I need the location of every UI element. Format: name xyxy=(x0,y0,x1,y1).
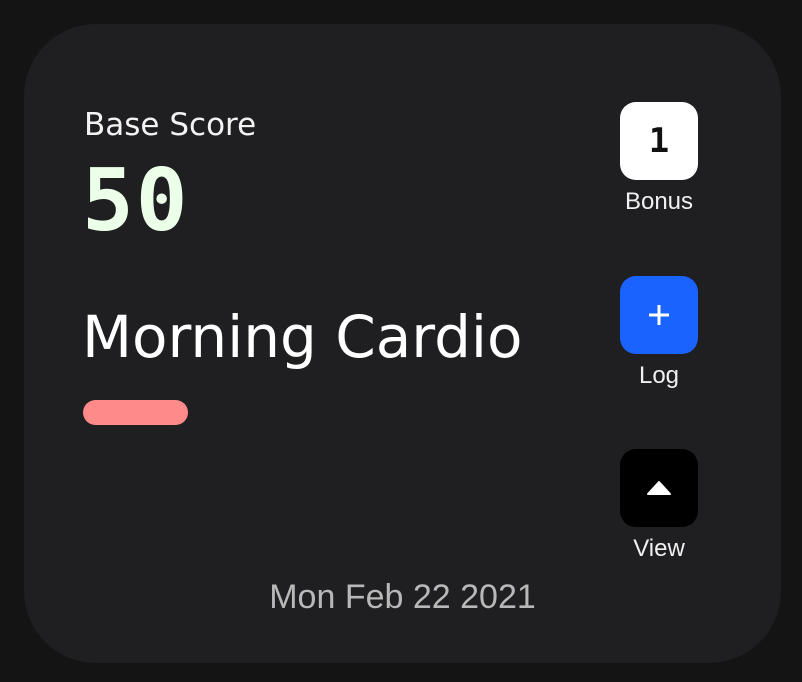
view-label: View xyxy=(633,535,685,562)
view-button[interactable] xyxy=(620,449,698,527)
log-label: Log xyxy=(638,362,680,389)
plus-icon xyxy=(649,305,669,325)
log-button[interactable] xyxy=(620,276,698,354)
bonus-label: Bonus xyxy=(624,188,694,215)
view-action[interactable]: View xyxy=(620,449,698,561)
date-label: Mon Feb 22 2021 xyxy=(269,578,536,616)
bonus-button[interactable]: 1 xyxy=(620,102,698,180)
log-action[interactable]: Log xyxy=(620,276,698,388)
triangle-up-icon xyxy=(647,481,671,495)
workout-card: Base Score 50 Morning Cardio Mon Feb 22 … xyxy=(24,24,781,663)
base-score-label: Base Score xyxy=(84,107,257,143)
accent-bar xyxy=(83,400,188,425)
bonus-action[interactable]: 1 Bonus xyxy=(620,102,698,214)
base-score-value: 50 xyxy=(82,151,190,251)
bonus-count: 1 xyxy=(648,121,670,161)
workout-name: Morning Cardio xyxy=(82,303,523,371)
